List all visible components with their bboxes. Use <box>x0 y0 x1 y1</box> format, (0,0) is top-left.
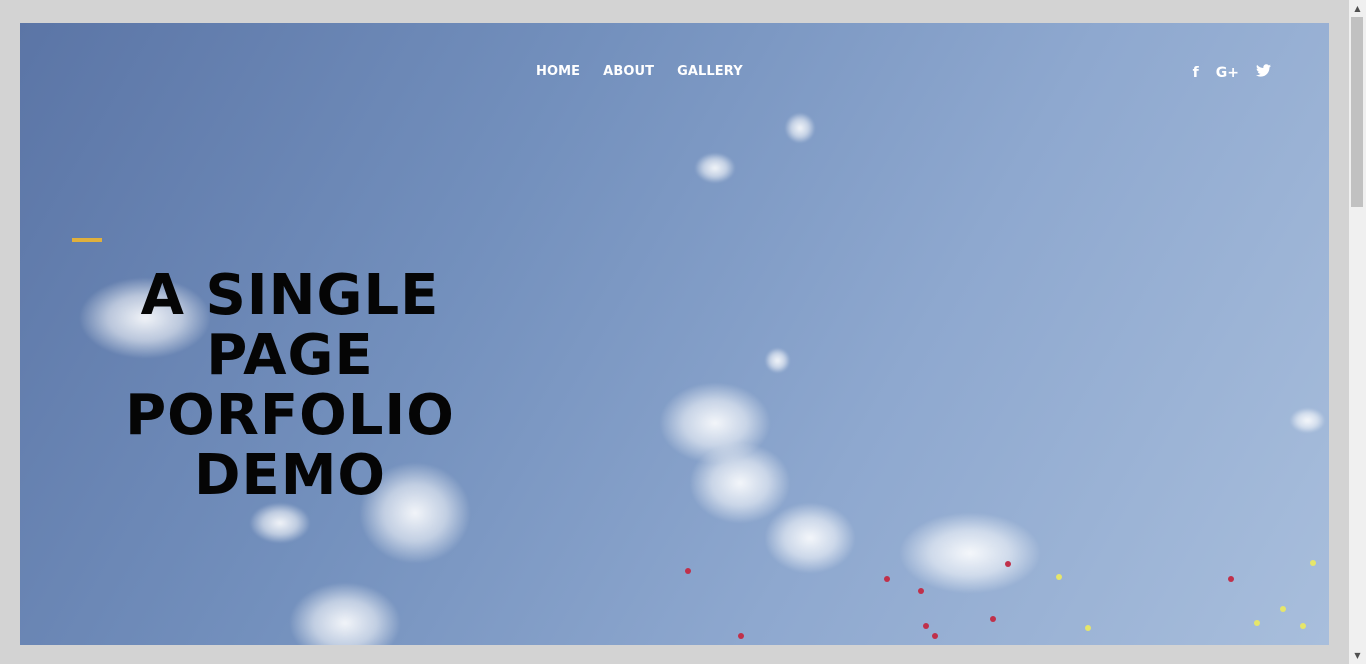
cloud <box>900 513 1040 593</box>
balloon-dot <box>1280 606 1286 612</box>
scroll-down-icon[interactable]: ▼ <box>1349 647 1366 664</box>
hero-headline: A SINGLE PAGE PORFOLIO DEMO <box>110 266 470 506</box>
cloud <box>250 503 310 543</box>
hero-section: HOME ABOUT GALLERY f G+ A SINGLE PAGE PO… <box>20 23 1329 645</box>
headline-line: PAGE <box>206 323 374 388</box>
balloon-dot <box>1085 625 1091 631</box>
headline-line: DEMO <box>193 443 387 508</box>
cloud <box>690 443 790 523</box>
balloon-dot <box>1005 561 1011 567</box>
balloon-dot <box>1300 623 1306 629</box>
accent-bar <box>72 238 102 242</box>
cloud <box>765 348 790 373</box>
headline-line: A SINGLE <box>140 263 440 328</box>
cloud <box>290 583 400 645</box>
balloon-dot <box>884 576 890 582</box>
google-plus-icon[interactable]: G+ <box>1216 65 1239 81</box>
balloon-dot <box>990 616 996 622</box>
balloon-dot <box>738 633 744 639</box>
social-links: f G+ <box>1193 64 1271 81</box>
balloon-dot <box>1056 574 1062 580</box>
cloud <box>695 153 735 183</box>
headline-line: PORFOLIO <box>125 383 455 448</box>
balloon-dot <box>1254 620 1260 626</box>
facebook-icon[interactable]: f <box>1193 65 1199 81</box>
scroll-up-icon[interactable]: ▲ <box>1349 0 1366 17</box>
nav-about-link[interactable]: ABOUT <box>603 64 654 79</box>
twitter-icon[interactable] <box>1256 64 1271 81</box>
nav-gallery-link[interactable]: GALLERY <box>677 64 743 79</box>
cloud <box>1290 408 1325 433</box>
balloon-dot <box>918 588 924 594</box>
balloon-dot <box>1310 560 1316 566</box>
scroll-thumb[interactable] <box>1351 17 1363 207</box>
balloon-dot <box>923 623 929 629</box>
nav-home-link[interactable]: HOME <box>536 64 580 79</box>
balloon-dot <box>932 633 938 639</box>
nav-links: HOME ABOUT GALLERY <box>536 64 743 79</box>
balloon-dot <box>685 568 691 574</box>
vertical-scrollbar[interactable]: ▲ ▼ <box>1349 0 1366 664</box>
cloud <box>785 113 815 143</box>
balloon-dot <box>1228 576 1234 582</box>
cloud <box>765 503 855 573</box>
